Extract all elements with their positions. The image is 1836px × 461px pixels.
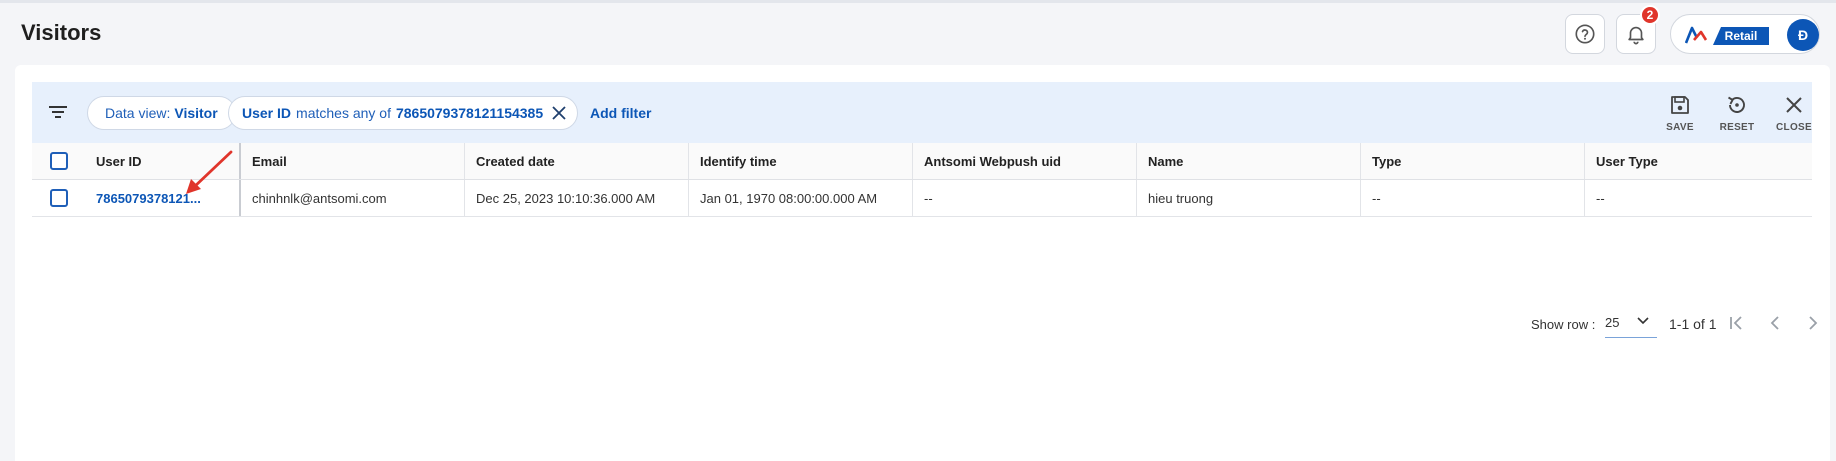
close-icon: [552, 106, 566, 120]
filter-operator: matches any of: [296, 105, 391, 121]
data-view-label: Data view:: [105, 105, 171, 121]
identify-time-cell: Jan 01, 1970 08:00:00.000 AM: [689, 180, 913, 216]
close-icon: [1786, 97, 1802, 113]
data-view-chip[interactable]: Data view: Visitor: [87, 96, 236, 130]
main-card: Data view: Visitor User ID matches any o…: [15, 65, 1830, 461]
row-select-cell: [32, 180, 85, 216]
next-page-button[interactable]: [1804, 314, 1822, 332]
column-header-email[interactable]: Email: [241, 143, 465, 179]
filter-value: 7865079378121154385: [395, 105, 544, 121]
show-row-label: Show row :: [1531, 316, 1596, 332]
row-checkbox[interactable]: [49, 189, 68, 207]
column-header-identify-time[interactable]: Identify time: [689, 143, 913, 179]
filter-toolbar: Data view: Visitor User ID matches any o…: [32, 82, 1812, 143]
notification-badge: 2: [1640, 5, 1660, 25]
table-header-row: User ID Email Created date Identify time…: [32, 143, 1812, 180]
name-cell: hieu truong: [1137, 180, 1361, 216]
first-page-icon: [1730, 316, 1742, 330]
filter-icon[interactable]: [48, 102, 68, 122]
user-type-cell: --: [1596, 190, 1605, 206]
remove-filter-button[interactable]: [551, 105, 567, 121]
column-header-type[interactable]: Type: [1361, 143, 1585, 179]
bell-icon: [1628, 26, 1644, 45]
previous-page-button[interactable]: [1766, 314, 1784, 332]
select-all-checkbox[interactable]: [49, 152, 68, 170]
add-filter-button[interactable]: Add filter: [590, 105, 651, 121]
brand-logo-icon: [1685, 26, 1708, 44]
table-row: 7865079378121... chinhnlk@antsomi.com De…: [32, 180, 1812, 217]
user-id-filter-chip[interactable]: User ID matches any of 78650793781211543…: [228, 96, 579, 130]
rows-per-page-value: 25: [1605, 315, 1620, 330]
page-title: Visitors: [21, 20, 102, 45]
pagination-range: 1-1 of 1: [1669, 316, 1717, 332]
column-header-webpush-uid[interactable]: Antsomi Webpush uid: [913, 143, 1137, 179]
chevron-down-icon: [1637, 317, 1649, 325]
reset-button[interactable]: RESET: [1712, 92, 1762, 133]
column-header-user-type[interactable]: User Type: [1585, 143, 1812, 179]
webpush-uid-cell: --: [913, 180, 1137, 216]
reset-label: RESET: [1719, 122, 1755, 133]
column-header-created-date[interactable]: Created date: [465, 143, 689, 179]
help-icon: [1575, 24, 1595, 44]
filter-field: User ID: [242, 105, 292, 121]
save-label: SAVE: [1666, 122, 1694, 133]
close-button[interactable]: CLOSE: [1769, 92, 1819, 133]
data-view-value: Visitor: [174, 105, 218, 121]
account-switcher[interactable]: Retail Đ: [1670, 14, 1820, 54]
chevron-left-icon: [1770, 316, 1779, 330]
chevron-right-icon: [1809, 316, 1818, 330]
notifications-button[interactable]: 2: [1616, 5, 1660, 54]
top-border: [0, 0, 1836, 3]
save-button[interactable]: SAVE: [1655, 92, 1705, 133]
email-cell: chinhnlk@antsomi.com: [241, 180, 465, 216]
visitors-table: User ID Email Created date Identify time…: [32, 143, 1812, 217]
first-page-button[interactable]: [1728, 314, 1746, 332]
portal-tag: Retail: [1713, 27, 1769, 45]
annotation-arrow-icon: [186, 150, 233, 194]
select-all-cell: [32, 143, 85, 179]
close-label: CLOSE: [1776, 122, 1812, 133]
column-header-name[interactable]: Name: [1137, 143, 1361, 179]
save-icon: [1671, 96, 1689, 114]
type-cell: --: [1361, 180, 1585, 216]
reset-icon: [1728, 96, 1745, 113]
created-date-cell: Dec 25, 2023 10:10:36.000 AM: [465, 180, 689, 216]
rows-per-page-select[interactable]: 25: [1605, 308, 1657, 338]
help-button[interactable]: [1565, 14, 1605, 54]
avatar[interactable]: Đ: [1787, 19, 1819, 51]
